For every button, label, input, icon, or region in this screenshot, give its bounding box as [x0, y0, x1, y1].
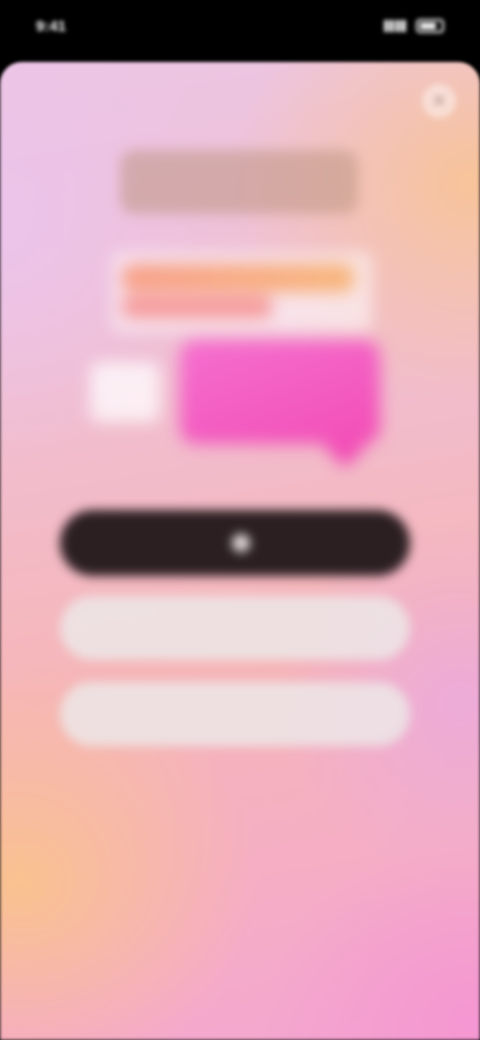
primary-button[interactable] — [60, 510, 410, 576]
tertiary-button[interactable] — [60, 682, 410, 746]
illustration-small-card — [90, 362, 160, 422]
status-icons — [384, 16, 444, 36]
illustration-bar-coral — [122, 296, 272, 318]
illustration-chat-bubble — [180, 340, 380, 444]
illustration-bar-orange — [122, 264, 354, 292]
arrow-icon — [232, 534, 250, 552]
onboarding-screen: ✕ — [0, 62, 480, 1040]
status-time: 9:41 — [36, 18, 67, 35]
close-button[interactable]: ✕ — [422, 84, 456, 118]
signal-icon — [384, 20, 406, 32]
hero-illustration — [90, 252, 390, 472]
app-logo — [120, 150, 358, 214]
battery-icon — [416, 19, 444, 33]
secondary-button[interactable] — [60, 596, 410, 660]
close-icon: ✕ — [431, 91, 447, 111]
status-bar: 9:41 — [0, 0, 480, 62]
